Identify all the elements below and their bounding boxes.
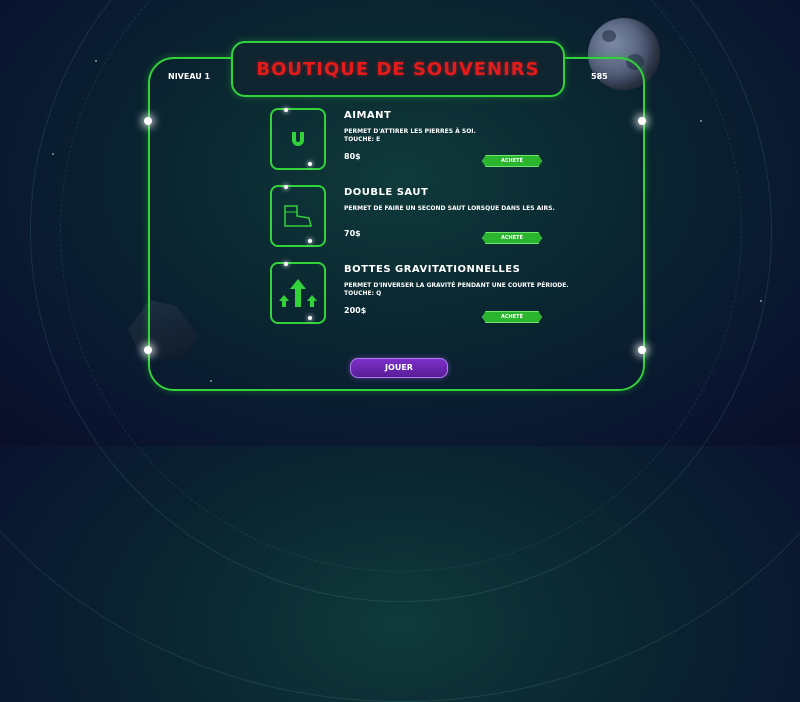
item-icon-frame bbox=[270, 108, 326, 170]
item-description: PERMET D'ATTIRER LES PIERRES À SOI. TOUC… bbox=[344, 128, 476, 143]
item-name: DOUBLE SAUT bbox=[344, 187, 429, 198]
frame-light bbox=[144, 117, 152, 125]
frame-light bbox=[638, 346, 646, 354]
page-title: BOUTIQUE DE SOUVENIRS bbox=[256, 58, 540, 80]
purchased-button[interactable]: ACHETÉ bbox=[482, 232, 542, 244]
play-button[interactable]: JOUER bbox=[350, 358, 448, 378]
item-description: PERMET D'INVERSER LA GRAVITÉ PENDANT UNE… bbox=[344, 282, 569, 297]
item-icon-frame bbox=[270, 185, 326, 247]
item-price: 70$ bbox=[344, 229, 361, 238]
shop-item-aimant: AIMANT PERMET D'ATTIRER LES PIERRES À SO… bbox=[270, 108, 570, 170]
title-banner: BOUTIQUE DE SOUVENIRS bbox=[231, 41, 565, 97]
item-price: 200$ bbox=[344, 306, 367, 315]
shop-item-double-saut: DOUBLE SAUT PERMET DE FAIRE UN SECOND SA… bbox=[270, 185, 570, 247]
frame-light bbox=[638, 117, 646, 125]
gravity-arrows-icon bbox=[279, 279, 317, 307]
purchased-button[interactable]: ACHETÉ bbox=[482, 155, 542, 167]
item-price: 80$ bbox=[344, 152, 361, 161]
item-icon-frame bbox=[270, 262, 326, 324]
magnet-icon bbox=[292, 132, 304, 146]
item-name: BOTTES GRAVITATIONNELLES bbox=[344, 264, 521, 275]
level-indicator: NIVEAU 1 bbox=[168, 72, 211, 81]
purchased-button[interactable]: ACHETÉ bbox=[482, 311, 542, 323]
item-description: PERMET DE FAIRE UN SECOND SAUT LORSQUE D… bbox=[344, 205, 555, 212]
item-name: AIMANT bbox=[344, 110, 392, 121]
shop-item-bottes-gravitationnelles: BOTTES GRAVITATIONNELLES PERMET D'INVERS… bbox=[270, 262, 570, 324]
score-counter: 585 bbox=[591, 72, 608, 81]
boot-icon bbox=[284, 205, 312, 227]
frame-light bbox=[144, 346, 152, 354]
